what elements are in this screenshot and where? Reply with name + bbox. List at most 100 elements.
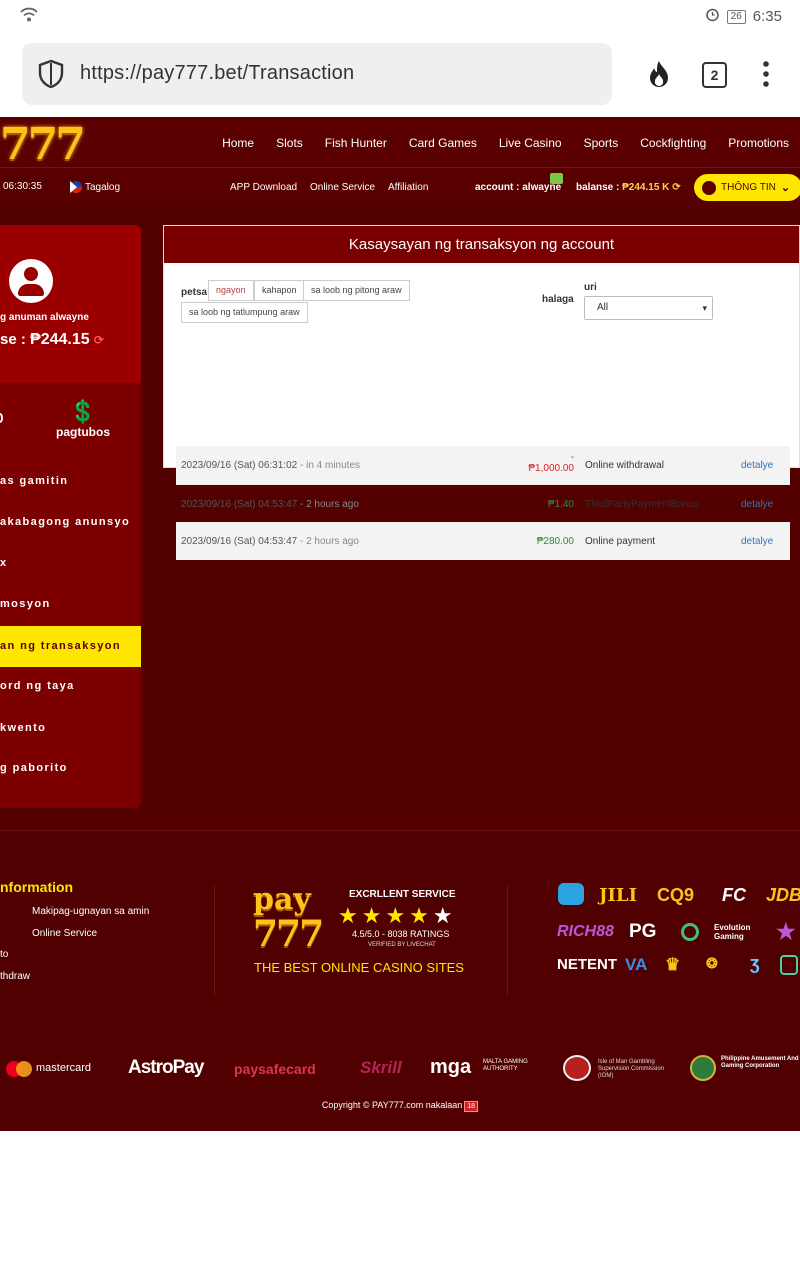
nav-fish-hunter[interactable]: Fish Hunter — [314, 136, 398, 150]
sub-bar: 06:30:35 Tagalog APP Download Online Ser… — [0, 169, 800, 205]
provider-fc: FC — [722, 885, 746, 905]
refresh-balance-icon[interactable]: ⟳ — [94, 333, 104, 347]
row-type: Online withdrawal — [585, 460, 664, 471]
row-date-value: 2023/09/16 (Sat) 04:53:47 — [181, 536, 298, 547]
sidebar-item-transactions[interactable]: an ng transaksyon — [0, 626, 141, 667]
nav-cockfighting[interactable]: Cockfighting — [629, 136, 717, 150]
app-download-link[interactable]: APP Download — [230, 182, 297, 193]
browser-toolbar: https://pay777.bet/Transaction 2 — [0, 34, 800, 117]
more-menu-icon[interactable] — [762, 60, 770, 93]
footer-online-service-link[interactable]: Online Service — [32, 928, 97, 939]
payment-skrill: Skrill — [360, 1058, 402, 1077]
row-detail-link[interactable]: detalye — [741, 536, 773, 547]
row-sign: - — [570, 452, 574, 463]
sidebar-item-usage[interactable]: as gamitin — [0, 464, 141, 498]
online-service-link[interactable]: Online Service — [310, 182, 375, 193]
nav-slots[interactable]: Slots — [265, 136, 314, 150]
sidebar-balance-value: ₱244.15 — [30, 331, 90, 348]
sidebar-item-inbox[interactable]: x — [0, 546, 141, 580]
row-type: Online payment — [585, 536, 656, 547]
nav-live-casino[interactable]: Live Casino — [488, 136, 573, 150]
philippines-flag-icon — [70, 181, 82, 193]
shield-icon[interactable] — [37, 59, 65, 94]
date-filter-label: petsa — [181, 287, 208, 298]
payment-astropay: AstroPay — [128, 1057, 204, 1078]
provider-jili: JILI — [599, 885, 638, 906]
row-detail-link[interactable]: detalye — [741, 460, 773, 471]
nav-promotions[interactable]: Promotions — [717, 136, 800, 150]
row-detail-link[interactable]: detalye — [741, 499, 773, 510]
tab-switcher-button[interactable]: 2 — [702, 62, 727, 88]
provider-va: VA — [625, 955, 648, 974]
payment-mastercard: mastercard — [36, 1062, 92, 1074]
provider-shield-icon — [780, 955, 798, 975]
row-ago: - in 4 minutes — [299, 460, 361, 471]
provider-circle-icon — [681, 923, 699, 941]
row-date-value: 2023/09/16 (Sat) 06:31:02 — [181, 460, 298, 471]
footer-link[interactable]: to — [0, 949, 8, 960]
nav-card-games[interactable]: Card Games — [398, 136, 488, 150]
license-pagcor: Philippine Amusement And Gaming Corporat… — [721, 1056, 799, 1069]
verified-text: VERIFIED BY LIVECHAT — [368, 942, 436, 948]
withdraw-label: pagtubos — [56, 425, 110, 439]
filter-today[interactable]: ngayon — [208, 280, 254, 301]
deposit-icon[interactable] — [0, 413, 3, 423]
sidebar-item-favorites[interactable]: g paborito — [0, 751, 141, 785]
nav-home[interactable]: Home — [211, 136, 265, 150]
avatar-icon — [9, 259, 53, 303]
row-ago: - 2 hours ago — [299, 536, 359, 547]
row-date: 2023/09/16 (Sat) 06:31:02 - in 4 minutes — [181, 460, 360, 471]
url-text[interactable]: https://pay777.bet/Transaction — [80, 62, 354, 85]
iom-seal-icon — [563, 1055, 591, 1081]
divider — [214, 886, 215, 996]
withdraw-button[interactable]: 💲 pagtubos — [56, 399, 110, 439]
table-row: 2023/09/16 (Sat) 06:31:02 - in 4 minutes… — [176, 446, 790, 484]
wifi-icon — [20, 7, 38, 27]
license-mga: mga — [430, 1056, 472, 1078]
affiliation-link[interactable]: Affiliation — [388, 182, 428, 193]
sidebar-item-stories[interactable]: kwento — [0, 711, 141, 745]
provider-cq9: CQ9 — [657, 885, 695, 905]
account-name: account : alwayne — [475, 182, 562, 193]
tagline: THE BEST ONLINE CASINO SITES — [254, 960, 464, 975]
footer-link[interactable]: thdraw — [0, 971, 30, 982]
provider-crown-icon: ♛ — [665, 955, 681, 974]
filter-7-days[interactable]: sa loob ng pitong araw — [303, 280, 410, 301]
info-button[interactable]: THÔNG TIN ⌄ — [694, 174, 800, 201]
footer: nformation to thdraw Makipag-ugnayan sa … — [0, 830, 800, 1130]
sidebar-item-announcements[interactable]: akabagong anunsyo — [0, 505, 141, 539]
provider-jdb: JDB — [766, 885, 800, 905]
payment-paysafecard: paysafecard — [234, 1061, 316, 1077]
sidebar-item-promotions[interactable]: mosyon — [0, 587, 141, 621]
filter-yesterday[interactable]: kahapon — [254, 280, 305, 301]
chevron-down-icon: ⌄ — [780, 182, 791, 194]
site-logo[interactable]: 777 — [0, 119, 86, 170]
website: 777 Home Slots Fish Hunter Card Games Li… — [0, 117, 800, 1131]
license-mga-text: MALTA GAMING AUTHORITY — [483, 1059, 528, 1072]
sidebar-balance-label: se : — [0, 331, 26, 348]
info-button-label: THÔNG TIN — [721, 182, 776, 193]
copyright-text: Copyright © PAY777.com nakalaan — [321, 1100, 463, 1110]
sidebar-item-bet-records[interactable]: ord ng taya — [0, 669, 141, 703]
ratings-text: 4.5/5.0 - 8038 RATINGS — [352, 929, 450, 939]
language-selector[interactable]: Tagalog — [70, 181, 120, 193]
message-icon[interactable] — [550, 173, 563, 184]
row-amount-value: ₱1.40 — [547, 499, 574, 510]
alarm-icon — [705, 7, 720, 26]
rating-stars: ★★★★★ — [338, 903, 457, 928]
type-select[interactable]: All — [584, 296, 713, 320]
filter-30-days[interactable]: sa loob ng tatlumpung araw — [181, 302, 308, 323]
account-sidebar: g anuman alwayne se : ₱244.15 ⟳ 💲 pagtubo… — [0, 225, 141, 808]
footer-contact-link[interactable]: Makipag-ugnayan sa amin — [32, 906, 149, 917]
address-bar[interactable]: https://pay777.bet/Transaction — [22, 43, 612, 105]
fire-icon[interactable] — [646, 59, 672, 94]
footer-info-title: nformation — [0, 879, 74, 895]
provider-star-icon: ★ — [776, 919, 796, 944]
refresh-icon[interactable]: ⟳ — [672, 182, 680, 193]
provider-evolution: Evolution Gaming — [714, 923, 751, 941]
profile-card: g anuman alwayne se : ₱244.15 ⟳ — [0, 225, 141, 383]
row-type: ThirdPartyPaymentBonus — [585, 499, 699, 510]
row-date-value: 2023/09/16 (Sat) 04:53:47 — [181, 499, 298, 510]
top-navigation: 777 Home Slots Fish Hunter Card Games Li… — [0, 117, 800, 170]
nav-sports[interactable]: Sports — [573, 136, 630, 150]
